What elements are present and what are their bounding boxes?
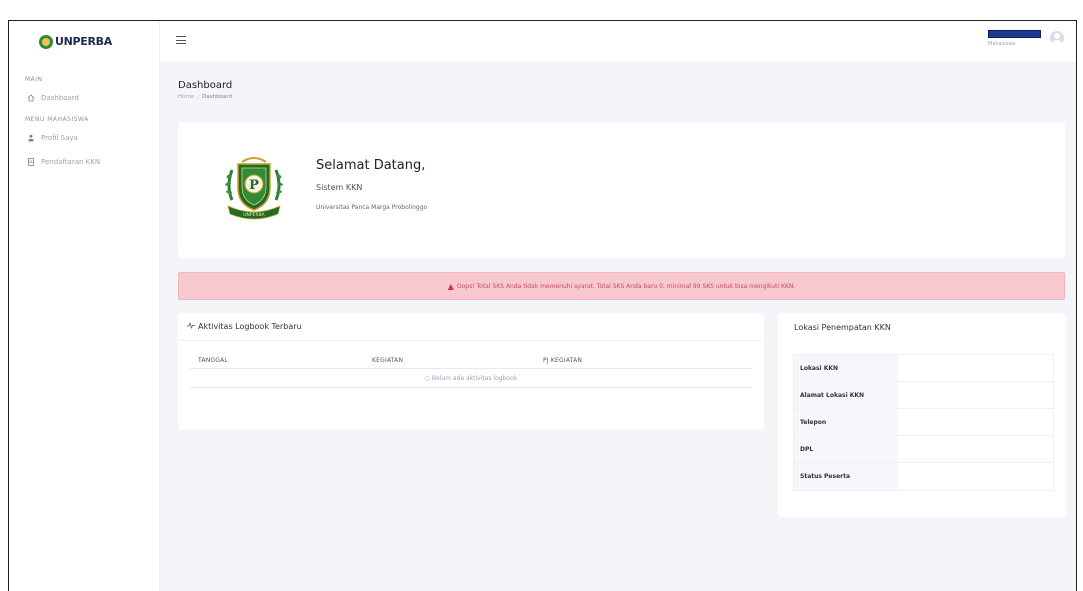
table-row: Status Peserta bbox=[794, 463, 1053, 490]
table-row: DPL bbox=[794, 436, 1053, 463]
page-title: Dashboard bbox=[178, 80, 233, 91]
row-label: Status Peserta bbox=[794, 463, 898, 490]
sidebar-item-label: Pendaftaran KKN bbox=[41, 158, 101, 166]
brand[interactable]: UNPERBA bbox=[9, 21, 159, 62]
sks-warning-alert: ▲ Oops! Total SKS Anda tidak memenuhi sy… bbox=[178, 272, 1065, 300]
brand-name: UNPERBA bbox=[55, 35, 112, 48]
seal-ribbon-text: UNPERBA bbox=[243, 212, 265, 218]
sidebar-section-menu-mahasiswa: MENU MAHASISWA bbox=[9, 116, 159, 126]
menu-toggle-icon[interactable] bbox=[176, 36, 186, 44]
university-seal-icon: P UNPERBA bbox=[218, 150, 290, 222]
alert-text: Oops! Total SKS Anda tidak memenuhi syar… bbox=[456, 282, 796, 290]
column-header-tanggal: TANGGAL bbox=[198, 357, 228, 364]
sidebar-item-dashboard[interactable]: Dashboard bbox=[9, 86, 159, 110]
table-row: Lokasi KKN bbox=[794, 355, 1053, 382]
user-role: Mahasiswa bbox=[988, 41, 1016, 47]
logbook-empty-state: ○ Belum ada aktivitas logbook bbox=[190, 375, 752, 382]
row-label: Alamat Lokasi KKN bbox=[794, 382, 898, 408]
row-label: DPL bbox=[794, 436, 898, 462]
user-name-redacted bbox=[988, 30, 1041, 38]
breadcrumb-home[interactable]: Home bbox=[178, 94, 194, 100]
empty-text: Belum ada aktivitas logbook bbox=[431, 375, 518, 382]
top-header: Mahasiswa bbox=[160, 21, 1076, 62]
sidebar-section-main: MAIN bbox=[9, 76, 159, 86]
home-icon bbox=[27, 94, 35, 102]
row-value bbox=[898, 355, 1053, 381]
sidebar-section-title: MENU MAHASISWA bbox=[25, 116, 89, 123]
table-divider bbox=[190, 387, 752, 388]
seal-letter: P bbox=[249, 178, 259, 193]
row-value bbox=[898, 463, 1053, 490]
document-icon bbox=[27, 158, 35, 166]
sidebar: UNPERBA MAIN Dashboard MENU MAHASISWA Pr… bbox=[9, 21, 160, 591]
info-circle-icon: ○ bbox=[424, 375, 432, 382]
sidebar-section-title: MAIN bbox=[25, 76, 43, 83]
breadcrumb-current: Dashboard bbox=[202, 94, 232, 100]
sidebar-item-label: Dashboard bbox=[41, 94, 79, 102]
welcome-title: Selamat Datang, bbox=[316, 158, 426, 173]
main-content: Dashboard Home / Dashboard P UNPERBA Sel… bbox=[160, 62, 1076, 591]
breadcrumb: Home / Dashboard bbox=[178, 94, 232, 100]
user-icon bbox=[27, 134, 35, 142]
logbook-card: Aktivitas Logbook Terbaru TANGGAL KEGIAT… bbox=[178, 313, 764, 430]
row-label: Lokasi KKN bbox=[794, 355, 898, 381]
welcome-card: P UNPERBA Selamat Datang, Sistem KKN Uni… bbox=[178, 122, 1065, 258]
welcome-subtitle: Sistem KKN bbox=[316, 183, 363, 192]
user-info: Mahasiswa bbox=[988, 27, 1046, 49]
logbook-title: Aktivitas Logbook Terbaru bbox=[198, 322, 302, 331]
lokasi-table: Lokasi KKN Alamat Lokasi KKN Telepon DPL… bbox=[793, 354, 1054, 491]
column-header-kegiatan: KEGIATAN bbox=[372, 357, 404, 364]
row-label: Telepon bbox=[794, 409, 898, 435]
sidebar-item-pendaftaran-kkn[interactable]: Pendaftaran KKN bbox=[9, 150, 159, 174]
warning-icon: ▲ bbox=[447, 281, 454, 291]
sidebar-item-label: Profil Saya bbox=[41, 134, 78, 142]
row-value bbox=[898, 436, 1053, 462]
lokasi-title: Lokasi Penempatan KKN bbox=[794, 322, 891, 332]
table-row: Alamat Lokasi KKN bbox=[794, 382, 1053, 409]
table-row: Telepon bbox=[794, 409, 1053, 436]
row-value bbox=[898, 409, 1053, 435]
row-value bbox=[898, 382, 1053, 408]
avatar[interactable] bbox=[1050, 31, 1064, 45]
column-header-pj-kegiatan: PJ KEGIATAN bbox=[543, 357, 583, 364]
activity-pulse-icon bbox=[187, 321, 195, 331]
sidebar-item-profil-saya[interactable]: Profil Saya bbox=[9, 126, 159, 150]
university-name: Universitas Panca Marga Probolinggo bbox=[316, 204, 428, 211]
logbook-header: Aktivitas Logbook Terbaru bbox=[178, 313, 764, 341]
table-divider bbox=[190, 368, 752, 369]
brand-logo-icon bbox=[39, 34, 53, 49]
frame-border-right bbox=[1076, 20, 1077, 591]
user-menu[interactable]: Mahasiswa bbox=[988, 27, 1064, 49]
lokasi-card: Lokasi Penempatan KKN Lokasi KKN Alamat … bbox=[778, 313, 1066, 517]
